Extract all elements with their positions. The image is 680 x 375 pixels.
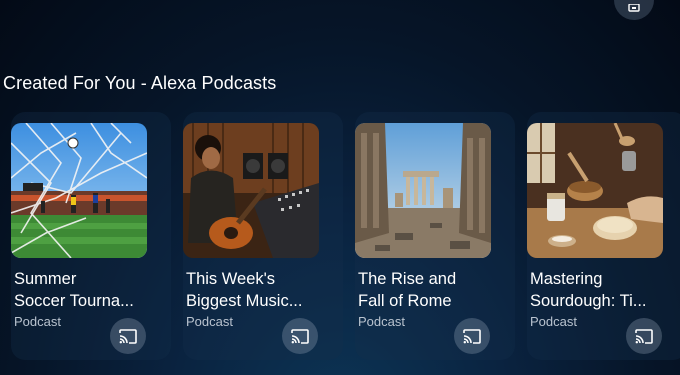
cast-button[interactable] [626,318,662,354]
soccer-goal-net-image [11,123,147,258]
card-title: The Rise and Fall of Rome [358,270,457,310]
podcast-card[interactable]: This Week's Biggest Music... Podcast [183,112,343,360]
cast-icon [635,328,653,344]
guitarist-studio-image [183,123,319,258]
card-subtitle: Podcast [358,314,405,329]
baking-kitchen-image [527,123,663,258]
card-title: Mastering Sourdough: Ti... [530,270,647,310]
cast-icon [291,328,309,344]
podcast-card[interactable]: Mastering Sourdough: Ti... Podcast [527,112,680,360]
cast-icon [463,328,481,344]
card-subtitle: Podcast [186,314,233,329]
podcast-card[interactable]: The Rise and Fall of Rome Podcast [355,112,515,360]
top-device-button[interactable] [614,0,654,20]
card-subtitle: Podcast [530,314,577,329]
roman-ruins-image [355,123,491,258]
cast-button[interactable] [454,318,490,354]
card-title: Summer Soccer Tourna... [14,270,134,310]
section-title: Created For You - Alexa Podcasts [3,73,277,93]
device-icon [628,4,640,12]
podcast-card[interactable]: Summer Soccer Tourna... Podcast [11,112,171,360]
cast-button[interactable] [282,318,318,354]
card-title: This Week's Biggest Music... [186,270,303,310]
card-subtitle: Podcast [14,314,61,329]
cast-button[interactable] [110,318,146,354]
cast-icon [119,328,137,344]
